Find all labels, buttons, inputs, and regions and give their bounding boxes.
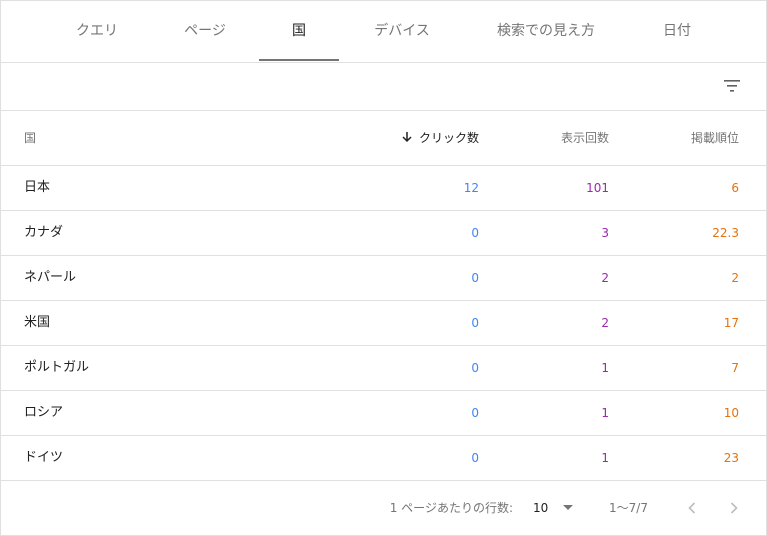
cell-impressions: 1	[601, 451, 609, 465]
column-header-impressions[interactable]: 表示回数	[561, 111, 609, 165]
cell-clicks: 0	[471, 226, 479, 240]
cell-impressions: 101	[586, 181, 609, 195]
table-row[interactable]: カナダ 0 3 22.3	[1, 211, 766, 256]
column-header-country[interactable]: 国	[24, 111, 36, 165]
pagination-range: 1〜7/7	[609, 501, 648, 515]
chevron-left-icon[interactable]	[682, 498, 702, 518]
cell-position: 10	[723, 406, 739, 420]
tab-search-appearance[interactable]: 検索での見え方	[476, 1, 616, 62]
tab-pages[interactable]: ページ	[155, 1, 255, 62]
cell-impressions: 1	[601, 406, 609, 420]
table-row[interactable]: ネパール 0 2 2	[1, 256, 766, 301]
cell-position: 23	[723, 451, 739, 465]
table-row[interactable]: ロシア 0 1 10	[1, 391, 766, 436]
table-header: 国 クリック数 表示回数 掲載順位	[1, 111, 766, 166]
rows-per-page-select[interactable]: 10	[533, 481, 548, 535]
table-row[interactable]: 米国 0 2 17	[1, 301, 766, 346]
table-row[interactable]: ポルトガル 0 1 7	[1, 346, 766, 391]
cell-position: 17	[723, 316, 739, 330]
filter-list-icon[interactable]	[722, 76, 742, 96]
cell-clicks: 0	[471, 271, 479, 285]
cell-country: ドイツ	[24, 450, 64, 465]
chevron-right-icon[interactable]	[724, 498, 744, 518]
cell-impressions: 2	[601, 316, 609, 330]
tab-countries[interactable]: 国	[259, 1, 339, 62]
tab-queries[interactable]: クエリ	[47, 1, 147, 62]
filter-bar	[1, 63, 766, 111]
arrow-down-icon	[402, 132, 412, 143]
cell-country: カナダ	[24, 225, 64, 240]
tab-dates[interactable]: 日付	[637, 1, 717, 62]
cell-position: 2	[731, 271, 739, 285]
cell-impressions: 3	[601, 226, 609, 240]
cell-clicks: 0	[471, 406, 479, 420]
cell-impressions: 2	[601, 271, 609, 285]
cell-clicks: 0	[471, 316, 479, 330]
cell-country: ネパール	[24, 270, 77, 285]
column-header-position[interactable]: 掲載順位	[691, 111, 739, 165]
active-tab-indicator	[259, 59, 339, 61]
cell-country: 日本	[24, 180, 51, 195]
cell-position: 6	[731, 181, 739, 195]
performance-report-card: クエリ ページ 国 デバイス 検索での見え方 日付 国 クリック数 表示回数 掲…	[0, 0, 767, 536]
cell-position: 7	[731, 361, 739, 375]
cell-country: 米国	[24, 315, 51, 330]
table-row[interactable]: 日本 12 101 6	[1, 166, 766, 211]
cell-position: 22.3	[712, 226, 739, 240]
cell-clicks: 0	[471, 361, 479, 375]
cell-country: ポルトガル	[24, 360, 90, 375]
pagination-bar: 1 ページあたりの行数: 10 1〜7/7	[1, 481, 766, 535]
cell-clicks: 0	[471, 451, 479, 465]
rows-per-page-label: 1 ページあたりの行数:	[389, 501, 513, 515]
cell-country: ロシア	[24, 405, 64, 420]
cell-clicks: 12	[463, 181, 479, 195]
tab-devices[interactable]: デバイス	[347, 1, 457, 62]
cell-impressions: 1	[601, 361, 609, 375]
dropdown-arrow-icon[interactable]	[563, 505, 573, 510]
column-header-clicks-label: クリック数	[418, 131, 479, 145]
column-header-clicks[interactable]: クリック数	[401, 111, 479, 165]
table-body: 日本 12 101 6 カナダ 0 3 22.3 ネパール 0 2 2 米国 0…	[1, 166, 766, 481]
dimension-tabs: クエリ ページ 国 デバイス 検索での見え方 日付	[1, 1, 766, 63]
table-row[interactable]: ドイツ 0 1 23	[1, 436, 766, 481]
